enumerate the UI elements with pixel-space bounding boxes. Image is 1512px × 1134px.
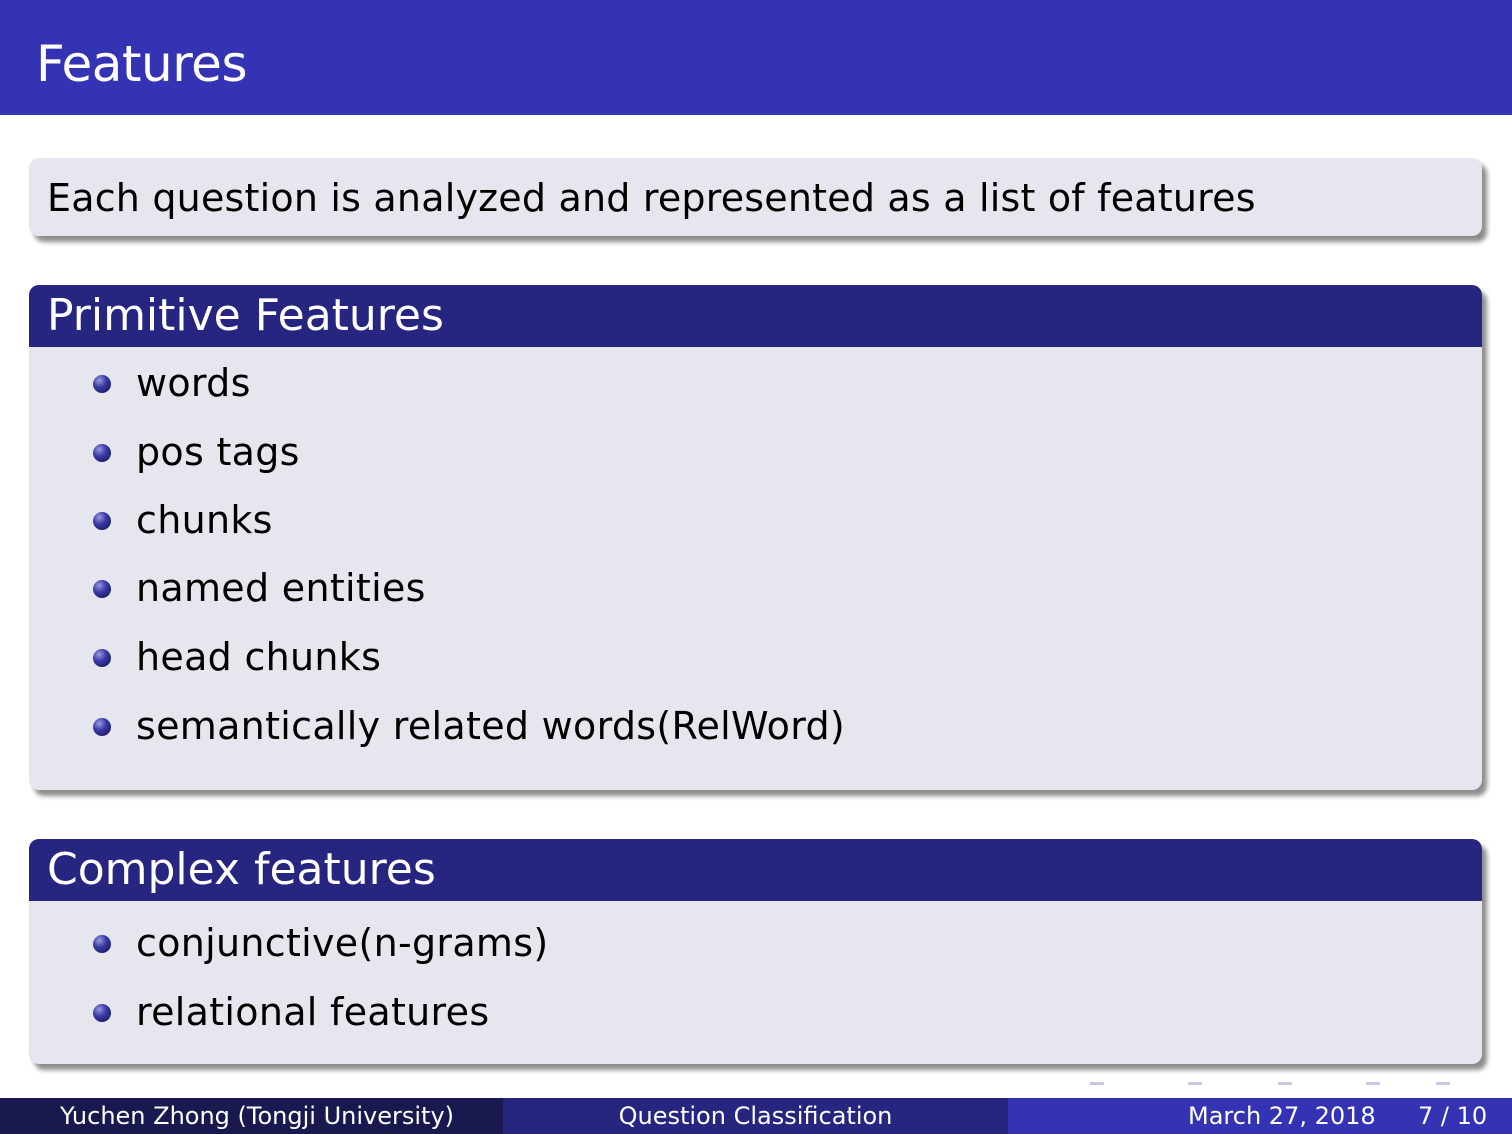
list-item-label: relational features (136, 990, 490, 1034)
footer-date: March 27, 2018 (1188, 1102, 1376, 1130)
list-item-label: conjunctive(n-grams) (136, 921, 549, 965)
list-item-label: words (136, 361, 251, 405)
list-item: named entities (29, 565, 1482, 611)
footer: Yuchen Zhong (Tongji University) Questio… (0, 1098, 1512, 1134)
bullet-icon (93, 444, 111, 462)
nav-document-icon[interactable] (1366, 1082, 1380, 1085)
list-item: chunks (29, 497, 1482, 543)
list-item: head chunks (29, 634, 1482, 680)
footer-author-section: Yuchen Zhong (Tongji University) (0, 1098, 503, 1134)
list-item-label: head chunks (136, 635, 382, 679)
bullet-icon (93, 718, 111, 736)
bullet-icon (93, 935, 111, 953)
bullet-icon (93, 649, 111, 667)
page-title: Features (36, 35, 248, 93)
frame-title-bar: Features (0, 0, 1512, 115)
navigation-symbols[interactable] (1080, 1072, 1500, 1086)
footer-title: Question Classification (618, 1102, 893, 1130)
list-item: relational features (29, 989, 1482, 1035)
list-item-label: pos tags (136, 430, 300, 474)
nav-section-icon[interactable] (1278, 1082, 1292, 1085)
footer-title-section: Question Classification (503, 1098, 1008, 1134)
list-item: words (29, 360, 1482, 406)
list-item-label: chunks (136, 498, 273, 542)
nav-subsection-icon[interactable] (1188, 1082, 1202, 1085)
list-item: pos tags (29, 429, 1482, 475)
list-item-label: named entities (136, 566, 426, 610)
list-item: semantically related words(RelWord) (29, 703, 1482, 749)
footer-author: Yuchen Zhong (Tongji University) (60, 1102, 455, 1130)
primitive-features-block: Primitive Features words pos tags chunks… (29, 285, 1482, 790)
bullet-icon (93, 1004, 111, 1022)
nav-frame-icon[interactable] (1090, 1082, 1104, 1085)
intro-block: Each question is analyzed and represente… (29, 158, 1482, 236)
footer-date-section: March 27, 2018 7 / 10 (1008, 1098, 1512, 1134)
intro-text: Each question is analyzed and represente… (47, 176, 1256, 220)
complex-features-block: Complex features conjunctive(n-grams) re… (29, 839, 1482, 1064)
bullet-icon (93, 512, 111, 530)
footer-page-number: 7 / 10 (1418, 1102, 1488, 1130)
bullet-icon (93, 580, 111, 598)
nav-search-icon[interactable] (1436, 1082, 1450, 1085)
bullet-icon (93, 375, 111, 393)
list-item: conjunctive(n-grams) (29, 920, 1482, 966)
list-item-label: semantically related words(RelWord) (136, 704, 846, 748)
